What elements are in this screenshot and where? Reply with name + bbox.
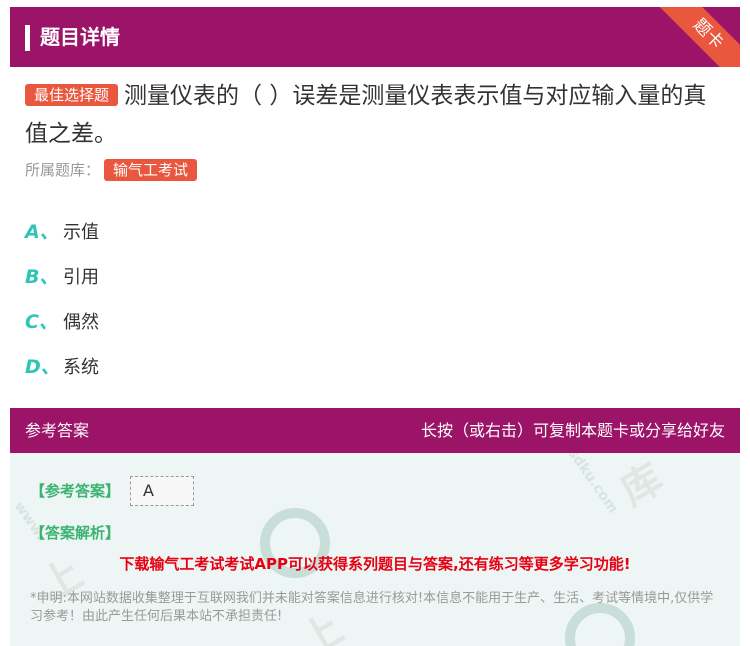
answer-section-header: 参考答案 长按（或右击）可复制本题卡或分享给好友 — [10, 408, 740, 453]
watermark-text: sdku.com — [564, 453, 621, 517]
answer-section-title: 参考答案 — [25, 421, 90, 440]
answer-section-body: 上 上 库 www. sdku.com 【参考答案】 A 【答案解析】 下载输气… — [10, 453, 740, 646]
page-header: 题目详情 题卡 — [10, 7, 740, 67]
option-text: 偶然 — [63, 311, 99, 333]
question-type-badge: 最佳选择题 — [25, 84, 119, 106]
question-text: 测量仪表的（ ）误差是测量仪表表示值与对应输入量的真值之差。 — [25, 83, 707, 147]
reference-answer-label: 【参考答案】 — [30, 482, 121, 500]
option-letter: A、 — [25, 221, 59, 243]
disclaimer-text: *申明:本网站数据收集整理于互联网我们并未能对答案信息进行核对!本信息不能用于生… — [30, 591, 714, 624]
answer-analysis-label: 【答案解析】 — [30, 524, 121, 542]
options-list: A、 示值 B、 引用 C、 偶然 D、 系统 — [25, 208, 99, 388]
question-bank-label: 所属题库： — [25, 161, 101, 179]
question-bank-tag[interactable]: 输气工考试 — [104, 159, 198, 181]
app-download-promo[interactable]: 下载输气工考试考试APP可以获得系列题目与答案,还有练习等更多学习功能! — [10, 553, 740, 574]
option-letter: D、 — [25, 356, 60, 378]
option-b[interactable]: B、 引用 — [25, 253, 99, 298]
share-hint: 长按（或右击）可复制本题卡或分享给好友 — [420, 421, 725, 440]
question-bank: 所属题库： 输气工考试 — [25, 158, 198, 182]
reference-answer-value: A — [130, 476, 194, 506]
option-letter: C、 — [25, 311, 58, 333]
option-text: 引用 — [63, 266, 99, 288]
option-text: 示值 — [63, 221, 99, 243]
header-accent-bar — [25, 25, 30, 51]
page-title: 题目详情 — [40, 25, 120, 49]
option-letter: B、 — [25, 266, 59, 288]
option-d[interactable]: D、 系统 — [25, 343, 99, 388]
question-stem: 最佳选择题 测量仪表的（ ）误差是测量仪表表示值与对应输入量的真值之差。 — [25, 77, 725, 153]
option-a[interactable]: A、 示值 — [25, 208, 99, 253]
option-c[interactable]: C、 偶然 — [25, 298, 99, 343]
question-card-ribbon[interactable]: 题卡 — [647, 7, 740, 67]
option-text: 系统 — [63, 356, 99, 378]
